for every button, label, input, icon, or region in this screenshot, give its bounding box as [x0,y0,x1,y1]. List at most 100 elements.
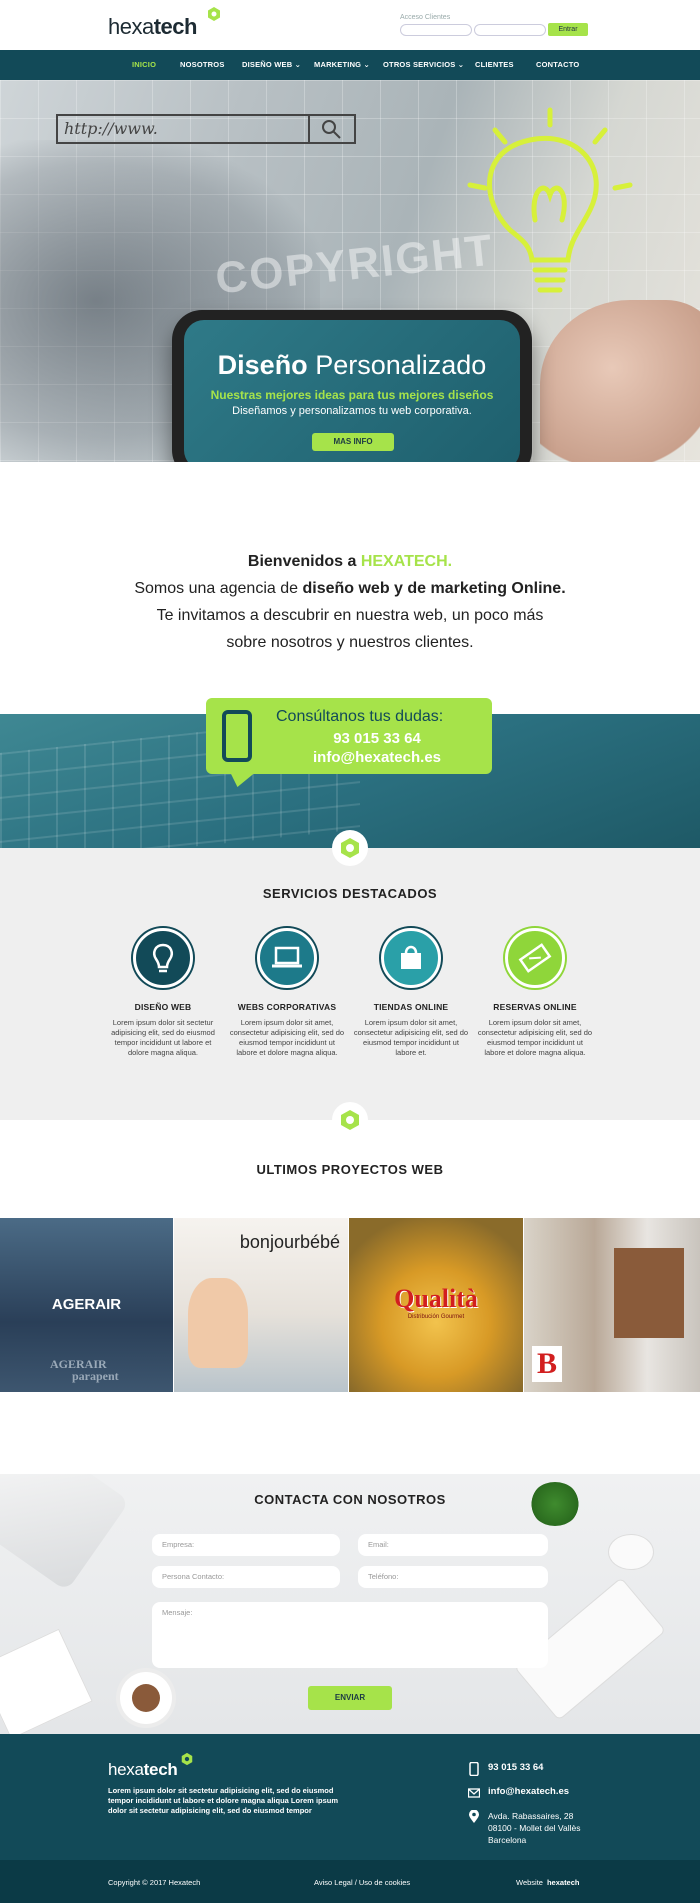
address-line: Avda. Rabassaires, 28 [488,1811,574,1821]
contact-person-field[interactable]: Persona Contacto: [152,1566,340,1588]
address-line: Barcelona [488,1835,527,1845]
page: hexatech Acceso Clientes Entrar INICIO N… [0,0,700,1903]
hero-title-light: Personalizado [315,350,487,380]
hero-description: Diseñamos y personalizamos tu web corpor… [232,405,472,417]
service-description: Lorem ipsum dolor sit amet, consectetur … [477,1018,593,1057]
welcome-line-2-text: Somos una agencia de [134,580,303,597]
service-item-reservas-online[interactable]: RESERVAS ONLINE Lorem ipsum dolor sit am… [476,928,594,1058]
legal-links[interactable]: Aviso Legal / Uso de cookies [314,1878,410,1887]
service-item-webs-corporativas[interactable]: WEBS CORPORATIVAS Lorem ipsum dolor sit … [228,928,346,1058]
coffee-cup-inner [132,1684,160,1712]
project-title: AGERAIR [51,1296,122,1313]
project-agerair[interactable]: AGERAIR AGERAIR parapent [0,1218,173,1392]
nav-item-marketing[interactable]: MARKETING ⌄ [314,50,370,80]
mas-info-button[interactable]: MAS INFO [312,433,394,451]
footer-phone[interactable]: 93 015 33 64 [488,1762,543,1773]
service-name: RESERVAS ONLINE [493,1002,577,1012]
services-title: SERVICIOS DESTACADOS [262,886,438,901]
bubble-tail [225,773,255,787]
chevron-down-icon: ⌄ [294,60,302,69]
hero-subtitle: Nuestras mejores ideas para tus mejores … [210,388,494,402]
contact-section: CONTACTA CON NOSOTROS Empresa: Email: Pe… [0,1474,700,1734]
message-field[interactable]: Mensaje: [152,1602,548,1668]
website-brand: hexatech [546,1878,580,1887]
welcome-line-4: sobre nosotros y nuestros clientes. [226,634,474,651]
service-name: DISEÑO WEB [134,1002,192,1012]
welcome-line-2: Somos una agencia de diseño web y de mar… [0,575,700,602]
footer: hexatech Lorem ipsum dolor sit sectetur … [0,1734,700,1860]
chevron-down-icon: ⌄ [457,60,465,69]
coffee-cup-photo [120,1672,172,1724]
project-title: B [532,1346,562,1382]
contact-bubble: Consúltanos tus dudas: 93 015 33 64 info… [206,698,492,774]
nav-item-label: DISEÑO WEB [242,60,293,69]
footer-logo-light: hexa [108,1760,144,1779]
phone-frame: Diseño Personalizado Nuestras mejores id… [172,310,532,462]
service-item-diseno-web[interactable]: DISEÑO WEB Lorem ipsum dolor sit sectetu… [104,928,222,1058]
project-subtitle: Distribución Gourmet [407,1314,465,1320]
hero-title-bold: Diseño [217,350,308,380]
email-field[interactable]: Email: [358,1534,548,1556]
gear-icon [332,830,368,866]
login-password-input[interactable] [474,24,546,36]
services-section: SERVICIOS DESTACADOS DISEÑO WEB Lorem ip… [0,848,700,1120]
project-brand-line: parapent [72,1369,119,1383]
project-brand-logo: AGERAIR parapent [50,1358,119,1382]
nav-item-inicio[interactable]: INICIO [132,50,156,80]
bubble-title: Consúltanos tus dudas: [276,708,444,725]
gear-icon [332,1102,368,1138]
footer-email[interactable]: info@hexatech.es [488,1786,569,1797]
footer-logo-bold: tech [143,1760,178,1779]
service-item-tiendas-online[interactable]: TIENDAS ONLINE Lorem ipsum dolor sit ame… [352,928,470,1058]
nav-item-clientes[interactable]: CLIENTES [475,50,514,80]
hero-title: Diseño Personalizado [184,350,520,381]
phone-field[interactable]: Teléfono: [358,1566,548,1588]
cabinet-photo [614,1248,684,1338]
nav-item-label: MARKETING [314,60,362,69]
send-button[interactable]: ENVIAR [308,1686,392,1710]
project-qualita[interactable]: Qualità Distribución Gourmet [349,1218,523,1392]
bubble-email[interactable]: info@hexatech.es [206,749,492,766]
copyright-bar: Copyright © 2017 Hexatech Aviso Legal / … [0,1860,700,1903]
welcome-line-3: Te invitamos a descubrir en nuestra web,… [156,607,544,624]
project-title: Qualità [394,1284,478,1313]
service-name: TIENDAS ONLINE [373,1002,449,1012]
hero-url-sketch: http://www. [56,114,356,144]
nav-item-diseno-web[interactable]: DISEÑO WEB ⌄ [242,50,301,80]
login-label: Acceso Clientes [400,14,451,21]
mail-icon [468,1788,480,1798]
nav-item-nosotros[interactable]: NOSOTROS [180,50,225,80]
hexagon-logo-icon [181,1752,193,1766]
company-field[interactable]: Empresa: [152,1534,340,1556]
project-title: bonjourbébé [239,1232,340,1252]
welcome-line-1: Bienvenidos a HEXATECH. [0,548,700,575]
welcome-text: Bienvenidos a HEXATECH. Somos una agenci… [0,548,700,656]
footer-logo[interactable]: hexatech [108,1760,178,1780]
logo-light-text: hexa [108,14,154,39]
logo[interactable]: hexatech [108,14,197,40]
nav-item-contacto[interactable]: CONTACTO [536,50,579,80]
bubble-phone-number[interactable]: 93 015 33 64 [206,730,492,747]
welcome-heading: Bienvenidos a [247,553,361,570]
lightbulb-sketch-icon [467,107,633,293]
project-bathroom[interactable]: B [524,1218,700,1392]
website-credit[interactable]: Website hexatech [516,1878,580,1887]
footer-address: Avda. Rabassaires, 28 08100 - Mollet del… [488,1810,580,1846]
laptop-icon [257,928,317,988]
hero-url-text: http://www. [64,119,158,138]
service-description: Lorem ipsum dolor sit sectetur adipisici… [111,1018,215,1057]
login-button[interactable]: Entrar [548,23,588,36]
lightbulb-icon [133,928,193,988]
nav-item-label: OTROS SERVICIOS [383,60,456,69]
service-description: Lorem ipsum dolor sit amet, consectetur … [353,1018,469,1057]
phone-icon [469,1762,479,1776]
login-user-input[interactable] [400,24,472,36]
hexagon-logo-icon [208,7,220,21]
nav-item-otros-servicios[interactable]: OTROS SERVICIOS ⌄ [383,50,464,80]
footer-description: Lorem ipsum dolor sit sectetur adipisici… [108,1786,339,1815]
location-pin-icon [469,1810,479,1823]
projects-title: ULTIMOS PROYECTOS WEB [256,1162,444,1177]
header: hexatech Acceso Clientes Entrar [0,0,700,50]
website-label: Website [516,1878,543,1887]
project-bonjourbebe[interactable]: bonjourbébé [174,1218,348,1392]
